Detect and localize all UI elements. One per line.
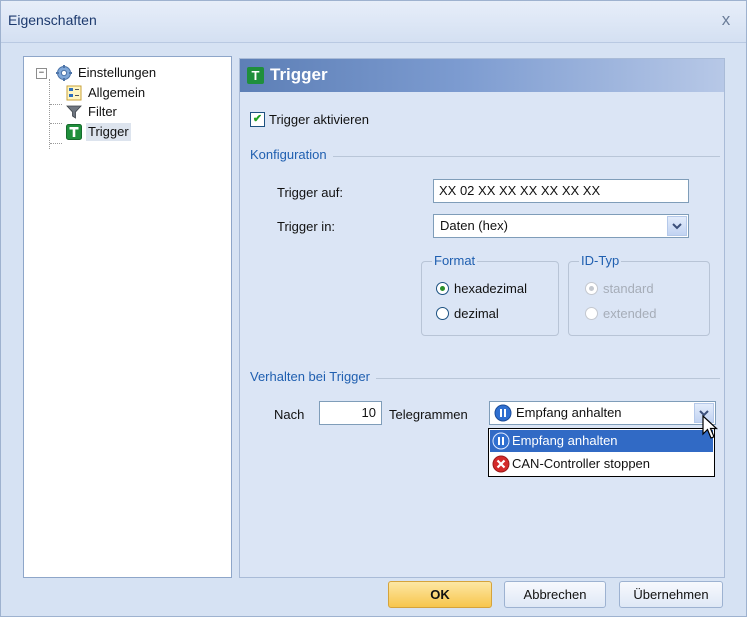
trigger-in-label: Trigger in: — [277, 219, 336, 234]
id-type-group-title: ID-Typ — [579, 253, 622, 268]
mouse-cursor-icon — [702, 415, 719, 439]
format-hex-radio[interactable] — [436, 282, 449, 295]
close-icon: x — [721, 10, 731, 29]
funnel-icon — [66, 105, 82, 119]
after-label: Nach — [274, 407, 305, 422]
tree-item-label: Allgemein — [88, 85, 146, 100]
id-type-group — [568, 261, 710, 336]
trigger-settings-panel: T Trigger ✔ Trigger aktivieren Konfigura… — [239, 58, 725, 578]
close-button[interactable]: x — [716, 10, 736, 30]
format-hex-label[interactable]: hexadezimal — [454, 281, 527, 296]
gear-icon — [56, 65, 72, 81]
format-decimal-radio[interactable] — [436, 307, 449, 320]
tree-connector — [50, 104, 62, 105]
window-title: Eigenschaften — [8, 12, 97, 28]
id-type-extended-label[interactable]: extended — [603, 306, 657, 321]
pause-icon — [492, 432, 510, 450]
trigger-in-dropdown[interactable]: Daten (hex) — [433, 214, 689, 238]
tree-connector — [50, 143, 62, 144]
tree-connector — [50, 123, 62, 124]
format-group — [421, 261, 559, 336]
tree-item-label: Einstellungen — [78, 65, 157, 80]
behavior-section-title: Verhalten bei Trigger — [250, 369, 376, 384]
cancel-button[interactable]: Abbrechen — [504, 581, 606, 608]
general-settings-icon — [66, 85, 82, 101]
trigger-in-value: Daten (hex) — [440, 218, 508, 233]
ok-button[interactable]: OK — [388, 581, 492, 608]
tree-item-label: Filter — [88, 104, 117, 119]
option-label: CAN-Controller stoppen — [512, 456, 651, 471]
trigger-action-dropdown[interactable]: Empfang anhalten — [489, 401, 716, 425]
tree-collapse-toggle[interactable]: − — [36, 68, 47, 79]
panel-title: Trigger — [270, 65, 328, 84]
properties-dialog: Eigenschaften x − Einstellungen Allgemei… — [0, 0, 747, 617]
format-group-title: Format — [432, 253, 478, 268]
pause-icon — [494, 404, 512, 422]
trigger-on-input[interactable]: XX 02 XX XX XX XX XX XX — [433, 179, 689, 203]
tree-item-label: Trigger — [86, 123, 131, 141]
format-decimal-label[interactable]: dezimal — [454, 306, 499, 321]
telegram-count-input[interactable]: 10 — [319, 401, 382, 425]
settings-tree: − Einstellungen Allgemein Filter Trigger — [23, 56, 232, 578]
activate-trigger-label[interactable]: Trigger aktivieren — [269, 112, 369, 127]
tree-connector — [49, 79, 50, 149]
option-empfang-anhalten[interactable]: Empfang anhalten — [490, 430, 713, 452]
activate-trigger-checkbox[interactable]: ✔ — [250, 112, 265, 127]
chevron-down-icon — [672, 223, 682, 230]
trigger-in-dropdown-button[interactable] — [667, 216, 687, 236]
id-type-extended-radio[interactable] — [585, 307, 598, 320]
config-section-title: Konfiguration — [250, 147, 333, 162]
apply-button[interactable]: Übernehmen — [619, 581, 723, 608]
title-bar[interactable]: Eigenschaften x — [1, 1, 746, 43]
trigger-action-options: Empfang anhalten CAN-Controller stoppen — [488, 428, 715, 477]
option-label: Empfang anhalten — [512, 433, 618, 448]
stop-icon — [492, 455, 510, 473]
trigger-action-value: Empfang anhalten — [516, 405, 622, 420]
telegrams-label: Telegrammen — [389, 407, 468, 422]
trigger-on-label: Trigger auf: — [277, 185, 343, 200]
panel-header: T Trigger — [240, 59, 724, 92]
option-can-controller-stoppen[interactable]: CAN-Controller stoppen — [490, 453, 713, 475]
trigger-icon — [66, 124, 82, 140]
trigger-icon: T — [247, 67, 264, 84]
id-type-standard-radio[interactable] — [585, 282, 598, 295]
id-type-standard-label[interactable]: standard — [603, 281, 654, 296]
